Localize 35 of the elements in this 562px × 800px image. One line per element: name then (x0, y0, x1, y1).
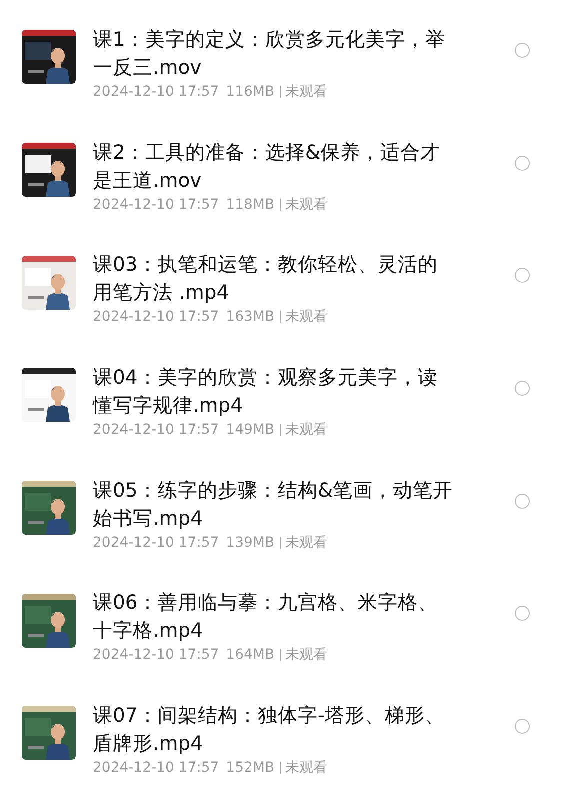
file-title: 课04：美字的欣赏：观察多元美字，读 懂写字规律.mp4 (93, 364, 439, 419)
radio-button[interactable] (515, 718, 530, 734)
file-date: 2024-12-10 17:57 (93, 422, 220, 438)
file-size: 116MB (226, 84, 275, 100)
radio-button[interactable] (515, 42, 530, 58)
file-title: 课07：间架结构：独体字-塔形、梯形、 盾牌形.mp4 (93, 702, 446, 757)
file-size: 149MB (226, 422, 275, 438)
file-size: 152MB (226, 760, 275, 776)
file-title: 课2：工具的准备：选择&保养，适合才 是王道.mov (93, 140, 442, 194)
file-title: 课1：美字的定义：欣赏多元化美字，举 一反三.mov (93, 26, 446, 81)
radio-button[interactable] (515, 156, 530, 171)
watch-status: 未观看 (286, 82, 328, 101)
file-date: 2024-12-10 17:57 (93, 196, 220, 213)
file-title: 课03：执笔和运笔：教你轻松、灵活的 用笔方法 .mp4 (93, 252, 439, 306)
file-date: 2024-12-10 17:57 (93, 760, 220, 776)
file-size: 163MB (226, 309, 275, 326)
file-date: 2024-12-10 17:57 (93, 534, 220, 551)
watch-status: 未观看 (286, 758, 328, 777)
file-date: 2024-12-10 17:57 (93, 309, 220, 326)
radio-button[interactable] (515, 606, 530, 622)
watch-status: 未观看 (286, 196, 328, 214)
file-size: 118MB (226, 196, 275, 213)
file-date: 2024-12-10 17:57 (93, 647, 220, 664)
watch-status: 未观看 (286, 646, 328, 664)
file-date: 2024-12-10 17:57 (93, 84, 220, 100)
file-size: 164MB (226, 647, 275, 664)
file-title: 课05：练字的步骤：结构&笔画，动笔开 始书写.mp4 (93, 478, 454, 532)
radio-button[interactable] (515, 494, 530, 509)
radio-button[interactable] (515, 380, 530, 396)
file-size: 139MB (226, 534, 275, 551)
watch-status: 未观看 (286, 534, 328, 552)
file-title: 课06：善用临与摹：九宫格、米字格、 十字格.mp4 (93, 590, 439, 644)
watch-status: 未观看 (286, 308, 328, 326)
watch-status: 未观看 (286, 420, 328, 439)
radio-button[interactable] (515, 268, 530, 284)
